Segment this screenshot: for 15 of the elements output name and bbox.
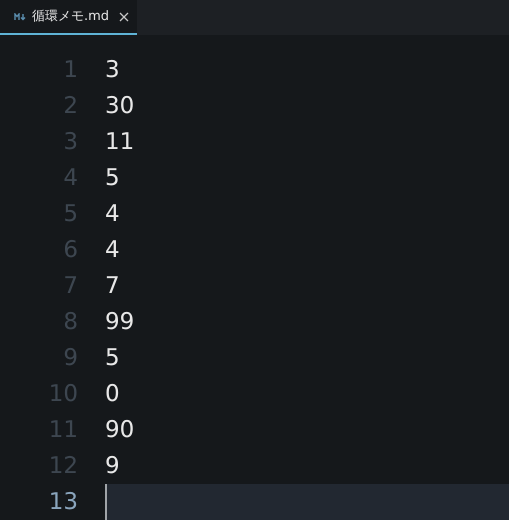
code-line[interactable]: 5 [105,160,509,196]
code-line[interactable]: 90 [105,412,509,448]
code-line[interactable]: 99 [105,304,509,340]
tab-title: 循環メモ.md [32,8,110,26]
line-number: 13 [48,488,78,517]
code-line[interactable]: 4 [105,196,509,232]
code-line[interactable]: 9 [105,448,509,484]
code-line[interactable]: 30 [105,88,509,124]
code-line[interactable]: 11 [105,124,509,160]
code-line[interactable]: 4 [105,232,509,268]
code-line[interactable]: 3 [105,52,509,88]
code-line[interactable]: 0 [105,376,509,412]
code-line[interactable]: 5 [105,340,509,376]
editor-tab[interactable]: 循環メモ.md [0,0,138,35]
code-line[interactable]: 7 [105,268,509,304]
